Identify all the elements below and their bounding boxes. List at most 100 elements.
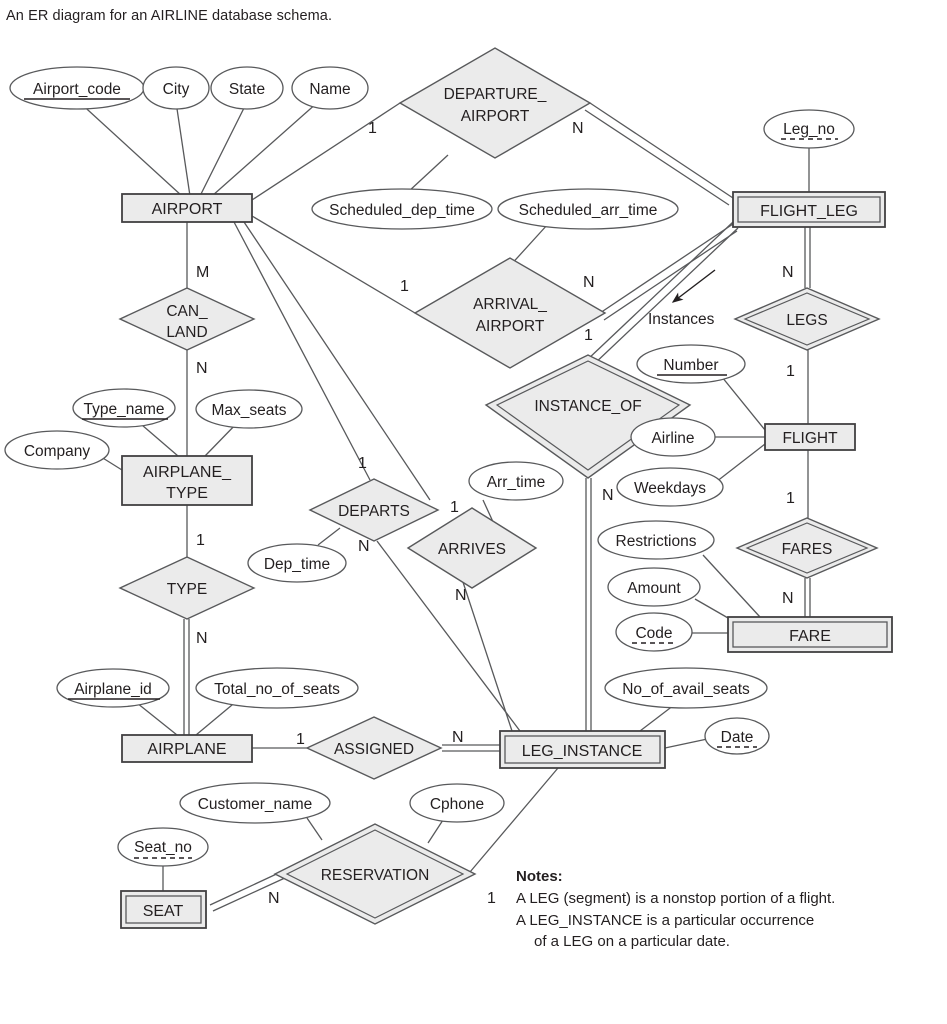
attribute-scheduled_arr_time[interactable]: Scheduled_arr_time — [497, 188, 679, 230]
relationship-arrives[interactable]: ARRIVES — [406, 507, 538, 589]
entity-airport-label: AIRPORT — [152, 201, 223, 218]
attribute-name[interactable]: Name — [291, 66, 369, 110]
cardinality-departure_airport-flight_leg: N — [572, 120, 584, 137]
attribute-type_name-label: Type_name — [84, 401, 165, 418]
cardinality-airport-arrives: 1 — [450, 499, 459, 516]
attribute-no_of_avail_seats-label: No_of_avail_seats — [622, 681, 750, 698]
cardinality-seat-reservation: N — [268, 890, 280, 907]
attribute-airplane_id[interactable]: Airplane_id — [56, 668, 170, 708]
attribute-name-label: Name — [309, 81, 350, 98]
entity-leg_instance[interactable]: LEG_INSTANCE — [499, 730, 666, 769]
entity-flight_leg-label: FLIGHT_LEG — [760, 203, 858, 220]
cardinality-instance_of-leg_instance: N — [602, 487, 614, 504]
attribute-total_no_of_seats[interactable]: Total_no_of_seats — [195, 667, 359, 709]
line-reservation-to-cphone — [427, 819, 444, 844]
attribute-amount[interactable]: Amount — [607, 567, 701, 607]
attribute-scheduled_dep_time[interactable]: Scheduled_dep_time — [311, 188, 493, 230]
entity-airport[interactable]: AIRPORT — [121, 193, 253, 223]
cardinality-legs-flight: 1 — [786, 363, 795, 380]
attribute-number[interactable]: Number — [636, 344, 746, 384]
attribute-code[interactable]: Code — [615, 612, 693, 652]
attribute-date-label: Date — [721, 729, 754, 746]
attribute-code-label: Code — [635, 625, 672, 642]
relationship-instance_of-label: INSTANCE_OF — [534, 398, 641, 415]
cardinality-can_land-airplane_type: N — [196, 360, 208, 377]
line-reservation-to-customer_name — [306, 817, 323, 841]
line-arrives-to-leg_instance — [458, 569, 513, 732]
line-departure_airport-to-flight_leg-a — [589, 102, 734, 199]
line-fare-to-restrictions — [702, 554, 761, 618]
attribute-company-label: Company — [24, 443, 91, 460]
attribute-leg_no[interactable]: Leg_no — [763, 109, 855, 149]
relationship-departure_airport-label-line1: DEPARTURE_ — [444, 86, 547, 103]
attribute-no_of_avail_seats[interactable]: No_of_avail_seats — [604, 667, 768, 709]
line-airport-to-arrival_airport — [251, 215, 416, 314]
entity-airplane[interactable]: AIRPLANE — [121, 734, 253, 763]
cardinality-type-airplane: N — [196, 630, 208, 647]
cardinality-flight_leg-legs: N — [782, 264, 794, 281]
line-leg_instance-to-reservation — [469, 767, 559, 873]
attribute-seat_no[interactable]: Seat_no — [117, 827, 209, 867]
cardinality-reservation-leg_instance: 1 — [487, 890, 496, 907]
entity-seat-label: SEAT — [143, 903, 184, 920]
relationship-arrival_airport-label-line2: AIRPORT — [476, 318, 545, 335]
attribute-max_seats[interactable]: Max_seats — [195, 389, 303, 429]
entity-airplane_type-label-line1: AIRPLANE_ — [143, 464, 232, 481]
relationship-reservation[interactable]: RESERVATION — [273, 823, 477, 925]
attribute-customer_name[interactable]: Customer_name — [179, 782, 331, 824]
line-flight_leg-to-instance_of-b — [591, 227, 739, 367]
entity-flight_leg[interactable]: FLIGHT_LEG — [732, 191, 886, 228]
line-arrival_airport-to-flight_leg-b — [603, 230, 738, 321]
relationship-arrival_airport[interactable]: ARRIVAL_ AIRPORT — [413, 257, 607, 369]
entity-fare-label: FARE — [789, 628, 831, 645]
relationship-legs[interactable]: LEGS — [733, 287, 881, 351]
attribute-scheduled_dep_time-label: Scheduled_dep_time — [329, 202, 475, 219]
attribute-arr_time-label: Arr_time — [487, 474, 546, 491]
relationship-departure_airport-label-line2: AIRPORT — [461, 108, 530, 125]
entity-fare[interactable]: FARE — [727, 616, 893, 653]
cardinality-assigned-leg_instance: N — [452, 729, 464, 746]
notes-title: Notes: — [516, 868, 563, 885]
cardinality-airport-departs: 1 — [358, 455, 367, 472]
line-departure_airport-to-scheduled_dep_time — [407, 154, 449, 193]
relationship-departs-label: DEPARTS — [338, 503, 410, 520]
relationship-departure_airport[interactable]: DEPARTURE_ AIRPORT — [398, 47, 592, 159]
attribute-restrictions[interactable]: Restrictions — [597, 520, 715, 560]
entity-flight[interactable]: FLIGHT — [764, 423, 856, 451]
entity-seat[interactable]: SEAT — [120, 890, 207, 929]
attribute-total_no_of_seats-label: Total_no_of_seats — [214, 681, 340, 698]
attribute-dep_time[interactable]: Dep_time — [247, 543, 347, 583]
attribute-airline[interactable]: Airline — [630, 417, 716, 457]
relationship-legs-label: LEGS — [786, 312, 827, 329]
attribute-date[interactable]: Date — [704, 717, 770, 755]
relationship-fares[interactable]: FARES — [735, 517, 879, 579]
relationship-type[interactable]: TYPE — [118, 556, 256, 620]
entity-airplane_type[interactable]: AIRPLANE_ TYPE — [121, 455, 253, 506]
attribute-city[interactable]: City — [142, 66, 210, 110]
cardinality-airplane-assigned: 1 — [296, 731, 305, 748]
attribute-weekdays[interactable]: Weekdays — [616, 467, 724, 507]
notes-line-3: of a LEG on a particular date. — [534, 933, 730, 951]
relationship-departs[interactable]: DEPARTS — [308, 478, 440, 542]
attribute-arr_time[interactable]: Arr_time — [468, 461, 564, 501]
attribute-amount-label: Amount — [627, 580, 681, 597]
attribute-airport_code[interactable]: Airport_code — [9, 66, 145, 110]
relationship-assigned[interactable]: ASSIGNED — [305, 716, 443, 780]
attribute-state[interactable]: State — [210, 66, 284, 110]
line-airport-to-departs — [233, 221, 371, 481]
attribute-city-label: City — [163, 81, 190, 98]
attribute-dep_time-label: Dep_time — [264, 556, 330, 573]
attribute-cphone[interactable]: Cphone — [409, 783, 505, 823]
attribute-type_name[interactable]: Type_name — [72, 388, 176, 428]
entity-airplane_type-label-line2: TYPE — [166, 485, 208, 502]
attribute-airplane_id-label: Airplane_id — [74, 681, 152, 698]
entity-flight-label: FLIGHT — [782, 430, 838, 447]
cardinality-arrival_airport-flight_leg: N — [583, 274, 595, 291]
attribute-company[interactable]: Company — [4, 430, 110, 470]
line-flight_leg-to-instance_of-a — [586, 221, 734, 361]
cardinality-arrives-leg_instance: N — [455, 587, 467, 604]
cardinality-flight_leg-instance_of: 1 — [584, 327, 593, 344]
line-flight-to-weekdays — [715, 443, 766, 483]
relationship-can_land[interactable]: CAN_ LAND — [118, 287, 256, 351]
cardinality-airport-arrival_airport: 1 — [400, 278, 409, 295]
